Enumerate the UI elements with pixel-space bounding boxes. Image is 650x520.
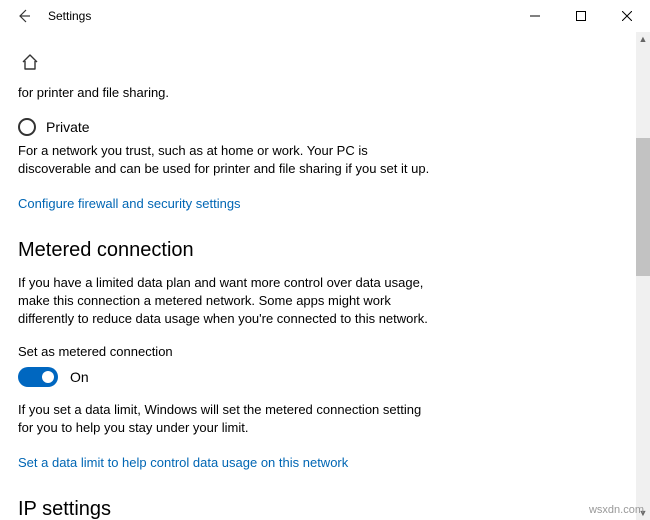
arrow-left-icon [16,8,32,24]
metered-limit-desc: If you set a data limit, Windows will se… [18,401,438,437]
private-radio[interactable]: Private [18,118,632,136]
ip-title: IP settings [18,498,632,520]
scrollbar[interactable]: ▲ ▼ [636,32,650,520]
scroll-track[interactable] [636,46,650,506]
scroll-thumb[interactable] [636,138,650,276]
watermark: wsxdn.com [589,504,644,516]
maximize-icon [576,11,586,21]
maximize-button[interactable] [558,0,604,32]
home-button[interactable] [18,50,42,74]
private-radio-label: Private [46,119,90,135]
metered-toggle-label: Set as metered connection [18,344,632,359]
data-limit-link[interactable]: Set a data limit to help control data us… [18,455,348,470]
scroll-up-arrow-icon[interactable]: ▲ [636,32,650,46]
radio-icon [18,118,36,136]
close-button[interactable] [604,0,650,32]
home-icon [21,53,39,71]
network-partial-desc: for printer and file sharing. [18,84,438,102]
metered-desc: If you have a limited data plan and want… [18,274,438,329]
titlebar: Settings [0,0,650,32]
close-icon [622,11,632,21]
firewall-link[interactable]: Configure firewall and security settings [18,196,241,211]
minimize-button[interactable] [512,0,558,32]
window-title: Settings [40,9,91,23]
toggle-knob-icon [42,371,54,383]
metered-toggle-state: On [70,369,89,385]
metered-toggle-row: On [18,367,632,387]
metered-toggle[interactable] [18,367,58,387]
private-desc: For a network you trust, such as at home… [18,142,438,178]
minimize-icon [530,11,540,21]
metered-title: Metered connection [18,239,632,262]
back-button[interactable] [8,0,40,32]
content-area: for printer and file sharing. Private Fo… [0,32,650,520]
window-controls [512,0,650,32]
